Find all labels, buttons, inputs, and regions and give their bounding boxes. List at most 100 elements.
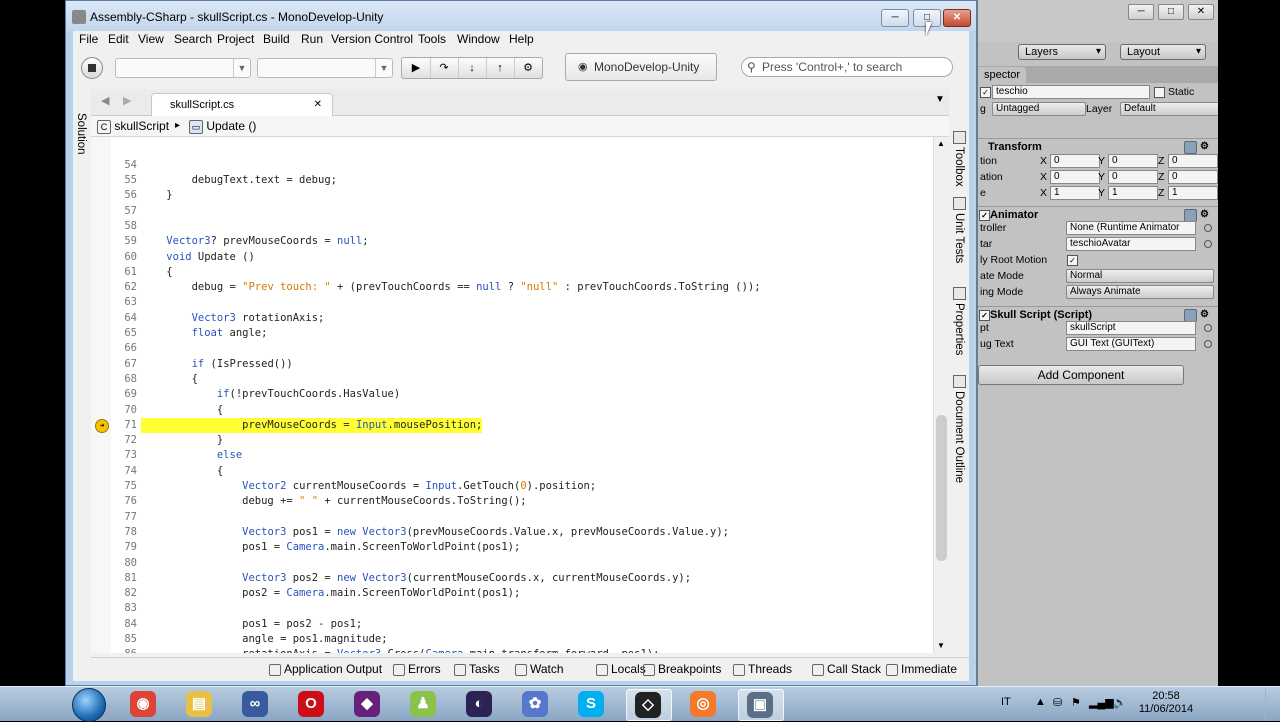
code-line[interactable]: 62 debug = "Prev touch: " + (prevTouchCo… [91,280,933,295]
code-line[interactable]: 82 pos2 = Camera.main.ScreenToWorldPoint… [91,586,933,601]
pad-locals[interactable]: Locals [596,658,646,680]
continue-icon[interactable]: ▶ [402,58,431,78]
code-line[interactable]: 75 Vector2 currentMouseCoords = Input.Ge… [91,479,933,494]
code-line[interactable]: 65 float angle; [91,326,933,341]
code-line[interactable]: 67 if (IsPressed()) [91,357,933,372]
taskbar-explorer[interactable]: ▤ [178,689,222,719]
layers-dropdown[interactable]: Layers [1018,44,1106,60]
pad-tab-document-outline[interactable]: Document Outline [953,375,977,486]
apply-root-motion-checkbox[interactable]: ✓ [1067,255,1078,266]
object-picker-icon[interactable] [1204,340,1212,348]
breadcrumb-class[interactable]: C skullScript [97,116,169,136]
menu-search[interactable]: Search [174,31,212,47]
search-input[interactable]: ⚲ Press 'Control+,' to search [741,57,953,77]
pad-call-stack[interactable]: Call Stack [812,658,881,680]
object-picker-icon[interactable] [1204,224,1212,232]
unity-close-button[interactable]: ✕ [1188,4,1214,20]
tab-list-icon[interactable]: ▼ [935,94,945,105]
minimize-button[interactable]: ─ [881,9,909,27]
code-line[interactable]: 68 { [91,372,933,387]
animator-field[interactable]: teschioAvatar [1066,237,1196,251]
menu-build[interactable]: Build [263,31,290,47]
taskbar-monodevelop[interactable]: ▣ [738,689,784,721]
taskbar-mono[interactable]: ∞ [234,689,278,719]
network-icon[interactable]: ▂▄▆ [1089,696,1114,709]
z-field[interactable]: 1 [1168,186,1218,200]
taskbar-opera[interactable]: O [290,689,334,719]
breadcrumb-method[interactable]: ▭ Update () [189,116,256,136]
taskbar-blender[interactable]: ◎ [682,689,726,719]
code-line[interactable]: 57 [91,204,933,219]
code-line[interactable]: 66 [91,341,933,356]
close-icon[interactable]: ✕ [314,94,322,116]
volume-icon[interactable]: 🔊 [1113,696,1127,709]
code-line[interactable]: 59 Vector3? prevMouseCoords = null; [91,234,933,249]
code-line[interactable]: 54 [91,158,933,173]
code-line[interactable]: 77 [91,510,933,525]
pad-immediate[interactable]: Immediate [886,658,957,680]
code-line[interactable]: 78 Vector3 pos1 = new Vector3(prevMouseC… [91,525,933,540]
code-line[interactable]: 69 if(!prevTouchCoords.HasValue) [91,387,933,402]
step-out-icon[interactable]: ↑ [486,58,515,78]
code-line[interactable]: 55 debugText.text = debug; [91,173,933,188]
stop-button[interactable] [81,57,103,79]
object-picker-icon[interactable] [1204,240,1212,248]
code-editor[interactable]: 54 55 debugText.text = debug; 56 } 57 58 59 V… [91,137,933,653]
scrollbar-thumb[interactable] [936,415,947,561]
y-field[interactable]: 1 [1108,186,1158,200]
code-line[interactable]: 58 [91,219,933,234]
animator-field[interactable]: None (Runtime Animator [1066,221,1196,235]
menu-file[interactable]: File [79,31,98,47]
show-desktop-button[interactable] [1265,687,1278,721]
pad-tasks[interactable]: Tasks [454,658,500,680]
pad-application-output[interactable]: Application Output [269,658,382,680]
layer-dropdown[interactable]: Default [1120,102,1218,116]
tag-dropdown[interactable]: Untagged [992,102,1086,116]
code-line[interactable]: 81 Vector3 pos2 = new Vector3(currentMou… [91,571,933,586]
code-line[interactable]: 70 { [91,403,933,418]
editor-scrollbar[interactable]: ▲ ▼ [933,137,950,653]
script-field[interactable]: GUI Text (GUIText) [1066,337,1196,351]
scroll-up-icon[interactable]: ▲ [937,139,945,148]
code-line[interactable]: 86 rotationAxis = Vector3.Cross(Camera.m… [91,647,933,653]
pad-tab-unit-tests[interactable]: Unit Tests [953,197,977,266]
code-line[interactable]: 84 pos1 = pos2 - pos1; [91,617,933,632]
script-field[interactable]: skullScript [1066,321,1196,335]
flag-icon[interactable]: ⚑ [1071,696,1081,709]
scroll-down-icon[interactable]: ▼ [937,641,945,650]
code-line[interactable]: 60 void Update () [91,250,933,265]
z-field[interactable]: 0 [1168,170,1218,184]
object-picker-icon[interactable] [1204,324,1212,332]
usb-icon[interactable]: ⛁ [1053,696,1062,709]
unity-minimize-button[interactable]: ─ [1128,4,1154,20]
taskbar-visual-studio[interactable]: ◆ [346,689,390,719]
taskbar-skype[interactable]: S [570,689,614,719]
menu-run[interactable]: Run [301,31,323,47]
configuration-combo[interactable]: ▼ [115,58,251,78]
x-field[interactable]: 0 [1050,170,1100,184]
layout-dropdown[interactable]: Layout [1120,44,1206,60]
code-line[interactable]: 71 ➜ prevMouseCoords = Input.mousePositio… [91,417,933,434]
code-line[interactable]: 61 { [91,265,933,280]
y-field[interactable]: 0 [1108,154,1158,168]
code-line[interactable]: 85 angle = pos1.magnitude; [91,632,933,647]
pad-tab-properties[interactable]: Properties [953,287,966,358]
tab-skullscript[interactable]: skullScript.cs ✕ [151,93,333,116]
attach-icon[interactable]: ⚙ [514,58,542,78]
code-line[interactable]: 72 } [91,433,933,448]
add-component-button[interactable]: Add Component [978,365,1184,385]
pad-errors[interactable]: Errors [393,658,441,680]
object-name-field[interactable]: teschio [992,85,1150,99]
nav-back-icon[interactable]: ◀ [101,94,109,107]
animator-field[interactable]: Always Animate [1066,285,1214,299]
pad-threads[interactable]: Threads [733,658,792,680]
code-line[interactable]: 63 [91,295,933,310]
language-indicator[interactable]: IT [1001,696,1011,708]
menu-help[interactable]: Help [509,31,534,47]
start-button[interactable] [72,688,106,722]
x-field[interactable]: 0 [1050,154,1100,168]
code-line[interactable]: 83 [91,601,933,616]
platform-combo[interactable]: ▼ [257,58,393,78]
x-field[interactable]: 1 [1050,186,1100,200]
code-line[interactable]: 64 Vector3 rotationAxis; [91,311,933,326]
